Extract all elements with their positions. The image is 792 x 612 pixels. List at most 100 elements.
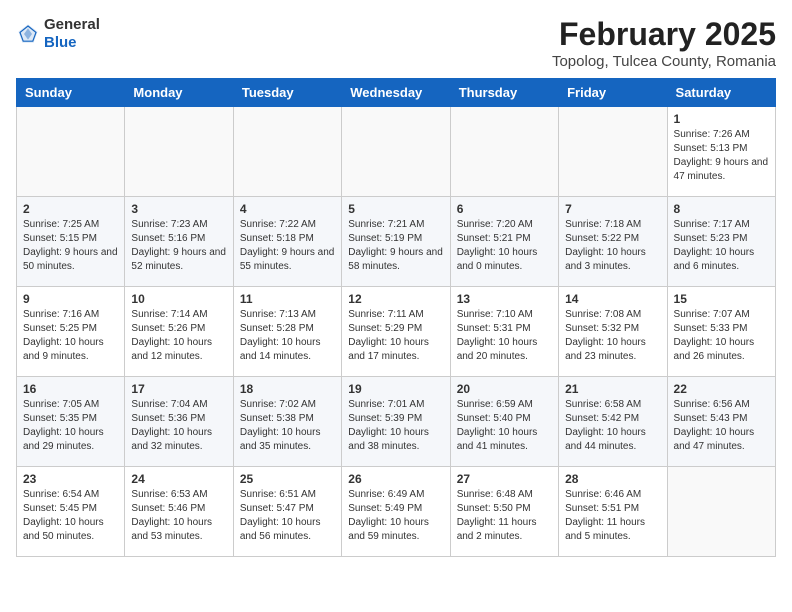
calendar-cell (559, 107, 667, 197)
calendar-cell: 26 Sunrise: 6:49 AM Sunset: 5:49 PM Dayli… (342, 467, 450, 557)
location: Topolog, Tulcea County, Romania (552, 53, 776, 70)
day-info: Sunrise: 7:04 AM Sunset: 5:36 PM Dayligh… (131, 398, 226, 454)
calendar-cell: 24Sunrise: 6:53 AM Sunset: 5:46 PM Dayli… (125, 467, 233, 557)
calendar-cell: 20Sunrise: 6:59 AM Sunset: 5:40 PM Dayli… (450, 377, 558, 467)
day-info: Sunrise: 6:56 AM Sunset: 5:43 PM Dayligh… (674, 398, 769, 454)
day-number: 14 (565, 292, 660, 306)
logo-general-text: General (44, 16, 100, 33)
day-number: 17 (131, 382, 226, 396)
calendar-cell: 18 Sunrise: 7:02 AM Sunset: 5:38 PM Dayli… (233, 377, 341, 467)
calendar-cell (233, 107, 341, 197)
day-number: 1 (674, 112, 769, 126)
calendar-cell (125, 107, 233, 197)
day-info: Sunrise: 7:25 AM Sunset: 5:15 PM Dayligh… (23, 218, 118, 274)
day-info: Sunrise: 6:58 AM Sunset: 5:42 PM Dayligh… (565, 398, 660, 454)
day-number: 12 (348, 292, 443, 306)
day-info: Sunrise: 7:11 AM Sunset: 5:29 PM Dayligh… (348, 308, 443, 364)
month-year: February 2025 (552, 16, 776, 53)
calendar-cell: 25Sunrise: 6:51 AM Sunset: 5:47 PM Dayli… (233, 467, 341, 557)
day-number: 23 (23, 472, 118, 486)
day-number: 18 (240, 382, 335, 396)
day-number: 2 (23, 202, 118, 216)
day-info: Sunrise: 6:54 AM Sunset: 5:45 PM Dayligh… (23, 488, 118, 544)
calendar-week-row: 2 Sunrise: 7:25 AM Sunset: 5:15 PM Daylig… (17, 197, 776, 287)
day-number: 10 (131, 292, 226, 306)
day-number: 8 (674, 202, 769, 216)
calendar-cell: 8 Sunrise: 7:17 AM Sunset: 5:23 PM Daylig… (667, 197, 775, 287)
day-number: 4 (240, 202, 335, 216)
calendar-cell: 3 Sunrise: 7:23 AM Sunset: 5:16 PM Daylig… (125, 197, 233, 287)
calendar-cell: 19 Sunrise: 7:01 AM Sunset: 5:39 PM Dayli… (342, 377, 450, 467)
day-info: Sunrise: 7:18 AM Sunset: 5:22 PM Dayligh… (565, 218, 660, 274)
day-info: Sunrise: 7:26 AM Sunset: 5:13 PM Dayligh… (674, 128, 769, 184)
day-info: Sunrise: 6:46 AM Sunset: 5:51 PM Dayligh… (565, 488, 660, 544)
calendar-cell: 7Sunrise: 7:18 AM Sunset: 5:22 PM Daylig… (559, 197, 667, 287)
day-number: 13 (457, 292, 552, 306)
title-area: February 2025 Topolog, Tulcea County, Ro… (552, 16, 776, 70)
weekday-header: Saturday (667, 79, 775, 107)
day-number: 16 (23, 382, 118, 396)
day-info: Sunrise: 7:23 AM Sunset: 5:16 PM Dayligh… (131, 218, 226, 274)
calendar-cell: 21 Sunrise: 6:58 AM Sunset: 5:42 PM Dayli… (559, 377, 667, 467)
calendar-cell: 16 Sunrise: 7:05 AM Sunset: 5:35 PM Dayli… (17, 377, 125, 467)
day-number: 27 (457, 472, 552, 486)
calendar-cell: 12 Sunrise: 7:11 AM Sunset: 5:29 PM Dayli… (342, 287, 450, 377)
day-number: 15 (674, 292, 769, 306)
calendar-cell: 6Sunrise: 7:20 AM Sunset: 5:21 PM Daylig… (450, 197, 558, 287)
calendar-cell: 4 Sunrise: 7:22 AM Sunset: 5:18 PM Daylig… (233, 197, 341, 287)
day-number: 28 (565, 472, 660, 486)
logo-icon (16, 22, 40, 46)
calendar-week-row: 23 Sunrise: 6:54 AM Sunset: 5:45 PM Dayli… (17, 467, 776, 557)
day-info: Sunrise: 7:08 AM Sunset: 5:32 PM Dayligh… (565, 308, 660, 364)
logo-blue-text: Blue (44, 34, 77, 51)
calendar-week-row: 16 Sunrise: 7:05 AM Sunset: 5:35 PM Dayli… (17, 377, 776, 467)
logo: General Blue (16, 16, 100, 52)
header: General Blue February 2025 Topolog, Tulc… (16, 16, 776, 70)
day-info: Sunrise: 7:02 AM Sunset: 5:38 PM Dayligh… (240, 398, 335, 454)
day-info: Sunrise: 6:51 AM Sunset: 5:47 PM Dayligh… (240, 488, 335, 544)
day-info: Sunrise: 6:48 AM Sunset: 5:50 PM Dayligh… (457, 488, 552, 544)
calendar-cell: 22 Sunrise: 6:56 AM Sunset: 5:43 PM Dayli… (667, 377, 775, 467)
day-info: Sunrise: 7:21 AM Sunset: 5:19 PM Dayligh… (348, 218, 443, 274)
calendar-table: SundayMondayTuesdayWednesdayThursdayFrid… (16, 78, 776, 557)
calendar-week-row: 9Sunrise: 7:16 AM Sunset: 5:25 PM Daylig… (17, 287, 776, 377)
day-info: Sunrise: 7:05 AM Sunset: 5:35 PM Dayligh… (23, 398, 118, 454)
day-number: 24 (131, 472, 226, 486)
day-info: Sunrise: 7:17 AM Sunset: 5:23 PM Dayligh… (674, 218, 769, 274)
weekday-header: Sunday (17, 79, 125, 107)
day-number: 21 (565, 382, 660, 396)
calendar-cell: 17 Sunrise: 7:04 AM Sunset: 5:36 PM Dayli… (125, 377, 233, 467)
calendar-week-row: 1 Sunrise: 7:26 AM Sunset: 5:13 PM Daylig… (17, 107, 776, 197)
day-info: Sunrise: 6:49 AM Sunset: 5:49 PM Dayligh… (348, 488, 443, 544)
weekday-header: Friday (559, 79, 667, 107)
day-number: 20 (457, 382, 552, 396)
calendar-cell: 23 Sunrise: 6:54 AM Sunset: 5:45 PM Dayli… (17, 467, 125, 557)
calendar-cell: 13Sunrise: 7:10 AM Sunset: 5:31 PM Dayli… (450, 287, 558, 377)
weekday-header: Wednesday (342, 79, 450, 107)
day-number: 19 (348, 382, 443, 396)
day-number: 11 (240, 292, 335, 306)
calendar-cell: 28 Sunrise: 6:46 AM Sunset: 5:51 PM Dayli… (559, 467, 667, 557)
day-number: 3 (131, 202, 226, 216)
calendar-cell (667, 467, 775, 557)
weekday-header: Monday (125, 79, 233, 107)
weekday-header: Thursday (450, 79, 558, 107)
day-number: 5 (348, 202, 443, 216)
day-number: 26 (348, 472, 443, 486)
day-number: 22 (674, 382, 769, 396)
calendar-cell (17, 107, 125, 197)
day-info: Sunrise: 7:01 AM Sunset: 5:39 PM Dayligh… (348, 398, 443, 454)
day-info: Sunrise: 7:22 AM Sunset: 5:18 PM Dayligh… (240, 218, 335, 274)
calendar-cell: 5 Sunrise: 7:21 AM Sunset: 5:19 PM Daylig… (342, 197, 450, 287)
day-info: Sunrise: 7:07 AM Sunset: 5:33 PM Dayligh… (674, 308, 769, 364)
calendar-cell: 2 Sunrise: 7:25 AM Sunset: 5:15 PM Daylig… (17, 197, 125, 287)
calendar-cell: 14 Sunrise: 7:08 AM Sunset: 5:32 PM Dayli… (559, 287, 667, 377)
day-number: 9 (23, 292, 118, 306)
calendar-cell: 9Sunrise: 7:16 AM Sunset: 5:25 PM Daylig… (17, 287, 125, 377)
calendar-cell: 27 Sunrise: 6:48 AM Sunset: 5:50 PM Dayli… (450, 467, 558, 557)
day-number: 6 (457, 202, 552, 216)
day-info: Sunrise: 7:13 AM Sunset: 5:28 PM Dayligh… (240, 308, 335, 364)
calendar-cell: 10Sunrise: 7:14 AM Sunset: 5:26 PM Dayli… (125, 287, 233, 377)
calendar-cell (342, 107, 450, 197)
calendar-cell: 15 Sunrise: 7:07 AM Sunset: 5:33 PM Dayli… (667, 287, 775, 377)
